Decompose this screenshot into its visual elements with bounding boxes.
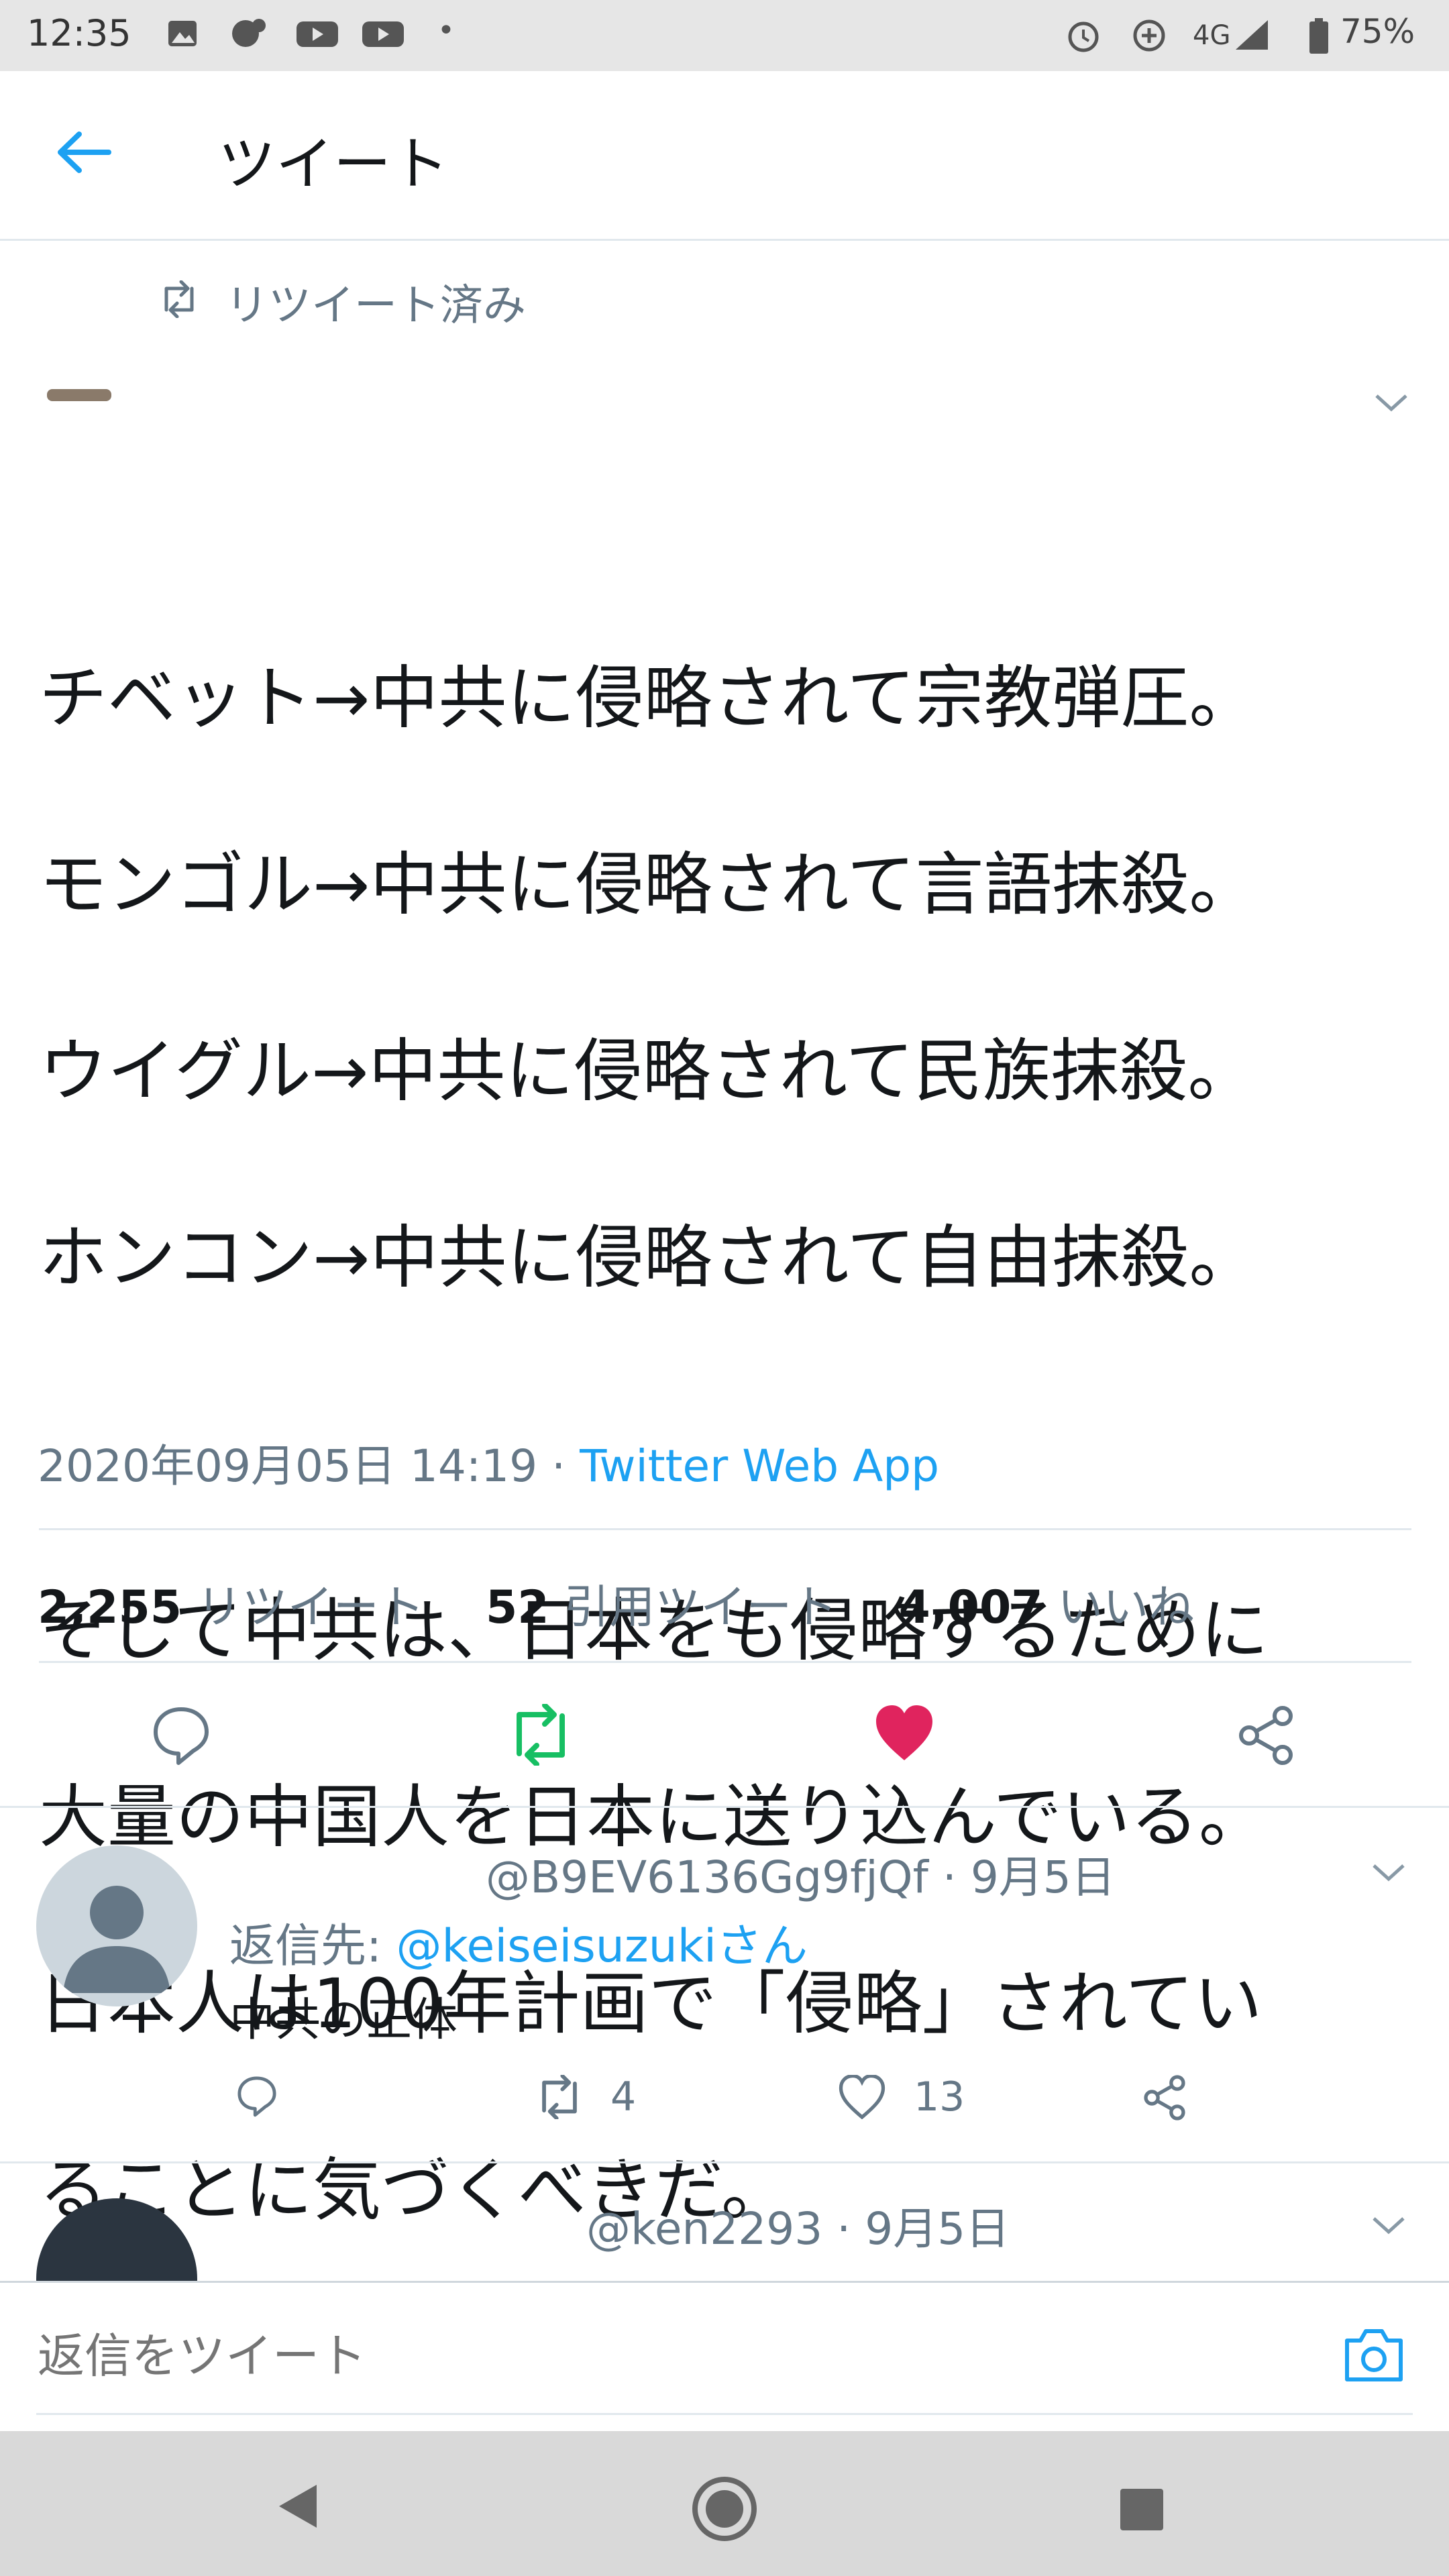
- more-notifications-dot: •: [437, 13, 455, 48]
- chat-notification-icon: [229, 17, 266, 50]
- tweet-timestamp: 2020年09月05日 14:19: [38, 1440, 538, 1492]
- data-saver-icon: [1131, 17, 1165, 52]
- youtube-notification-icon-2: [361, 17, 404, 50]
- divider: [39, 1661, 1411, 1663]
- alarm-icon: [1065, 17, 1099, 52]
- youtube-notification-icon: [295, 17, 338, 50]
- reply-retweet-count: 4: [610, 2074, 637, 2121]
- likes-count: 4,007: [898, 1581, 1043, 1634]
- tweet-line: チベット→中共に侵略されて宗教弾圧。: [39, 659, 1258, 739]
- reply-like-icon[interactable]: [839, 2075, 885, 2119]
- reply-avatar[interactable]: [36, 2198, 197, 2281]
- quotes-label: 引用ツイート: [564, 1581, 838, 1634]
- retweeted-icon: [158, 280, 200, 318]
- reply-avatar[interactable]: [36, 1845, 197, 2006]
- reply-like-count: 13: [914, 2074, 965, 2121]
- battery-icon: [1308, 17, 1340, 54]
- reply-share-icon[interactable]: [1142, 2075, 1187, 2121]
- tweet-stats: 2,255 リツイート 52 引用ツイート 4,007 いいね: [38, 1570, 1194, 1636]
- likes-stat[interactable]: 4,007 いいね: [899, 1581, 1195, 1634]
- retweeted-label: リツイート済み: [225, 281, 526, 331]
- tweet-menu-chevron-icon[interactable]: [1373, 389, 1410, 416]
- reply-item[interactable]: @ken2293 · 9月5日: [0, 2163, 1449, 2281]
- camera-icon[interactable]: [1342, 2326, 1406, 2383]
- reply-reply-icon[interactable]: [235, 2074, 279, 2118]
- reply-handle[interactable]: @B9EV6136Gg9fjQf: [486, 1851, 928, 1903]
- reply-to-handle[interactable]: @keiseisuzukiさん: [396, 1920, 808, 1973]
- nav-recents-icon[interactable]: [1119, 2487, 1165, 2532]
- signal-icon: [1233, 17, 1268, 50]
- retweets-count: 2,255: [38, 1581, 182, 1634]
- reply-input[interactable]: [36, 2323, 1246, 2389]
- nav-home-icon[interactable]: [691, 2475, 758, 2542]
- reply-to-line: 返信先: @keiseisuzukiさん: [229, 1909, 808, 1975]
- network-type: 4G: [1193, 20, 1231, 51]
- reply-icon[interactable]: [149, 1703, 213, 1767]
- battery-level: 75%: [1340, 12, 1415, 51]
- quotes-count: 52: [485, 1581, 549, 1634]
- divider: [36, 2413, 1413, 2415]
- status-bar: 12:35 • 4G 75%: [0, 0, 1449, 71]
- tweet-line: ウイグル→中共に侵略されて民族抹殺。: [39, 1032, 1256, 1112]
- reply-retweet-icon[interactable]: [534, 2075, 585, 2119]
- divider: [39, 1528, 1411, 1530]
- app-header: [0, 71, 1449, 241]
- reply-composer: [0, 2281, 1449, 2430]
- tweet-meta: 2020年09月05日 14:19 · Twitter Web App: [38, 1430, 939, 1495]
- back-arrow-icon[interactable]: [52, 129, 113, 176]
- reply-to-prefix: 返信先:: [229, 1920, 396, 1973]
- image-notification-icon: [166, 17, 199, 50]
- meta-separator: ·: [551, 1440, 566, 1492]
- reply-handle[interactable]: @ken2293: [586, 2203, 822, 2255]
- reply-date: · 9月5日: [837, 2203, 1010, 2255]
- nav-back-icon[interactable]: [276, 2482, 319, 2530]
- retweet-icon[interactable]: [506, 1704, 576, 1766]
- like-heart-icon[interactable]: [873, 1704, 935, 1763]
- reply-header: @ken2293 · 9月5日: [231, 2193, 1010, 2257]
- reply-text: 中共の正体: [229, 1994, 458, 2047]
- reply-menu-chevron-icon[interactable]: [1370, 2212, 1407, 2239]
- reply-item[interactable]: @B9EV6136Gg9fjQf · 9月5日 返信先: @keiseisuzu…: [0, 1808, 1449, 2162]
- navigation-bar: [0, 2431, 1449, 2576]
- tweet-source-link[interactable]: Twitter Web App: [580, 1440, 939, 1492]
- retweets-label: リツイート: [196, 1581, 425, 1634]
- share-icon[interactable]: [1236, 1705, 1296, 1766]
- likes-label: いいね: [1057, 1581, 1195, 1634]
- reply-header: @B9EV6136Gg9fjQf · 9月5日: [231, 1841, 1116, 1906]
- retweets-stat[interactable]: 2,255 リツイート: [38, 1581, 425, 1634]
- reply-date: · 9月5日: [942, 1851, 1116, 1903]
- status-time: 12:35: [27, 12, 131, 54]
- tweet-line: ホンコン→中共に侵略されて自由抹殺。: [39, 1218, 1258, 1298]
- reply-menu-chevron-icon[interactable]: [1370, 1859, 1407, 1886]
- quotes-stat[interactable]: 52 引用ツイート: [486, 1581, 837, 1634]
- tweet-line: モンゴル→中共に侵略されて言語抹殺。: [39, 845, 1258, 925]
- page-title: ツイート: [218, 131, 449, 198]
- author-avatar-fragment[interactable]: [47, 389, 111, 401]
